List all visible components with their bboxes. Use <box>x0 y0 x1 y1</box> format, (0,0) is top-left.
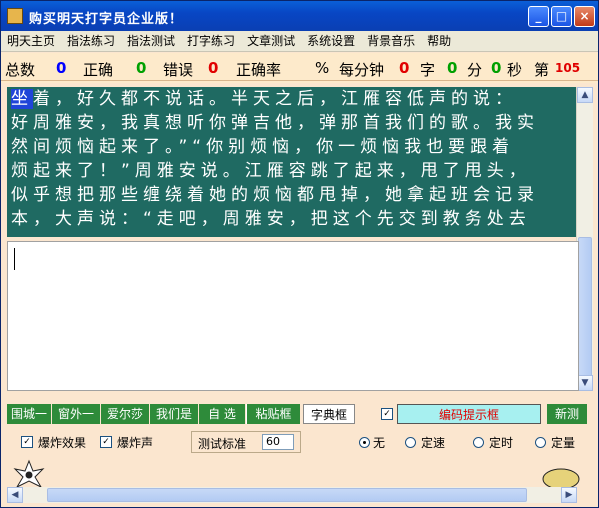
stats-divider <box>1 80 598 81</box>
scroll-down-icon[interactable]: ▼ <box>577 375 593 391</box>
decoration-strip <box>1 457 598 489</box>
passage-line-3: 然间烦恼起来了。”“你别烦恼，你一烦恼我也要跟着 <box>11 137 515 157</box>
scroll-right-icon[interactable]: ▶ <box>561 487 577 503</box>
minutes-unit: 分 <box>467 61 483 79</box>
menu-item-finger-test[interactable]: 指法测试 <box>121 31 181 51</box>
menu-item-home[interactable]: 明天主页 <box>1 31 61 51</box>
mode-time-label: 定时 <box>489 436 514 450</box>
test-standard-input[interactable]: 60 <box>262 434 294 450</box>
scroll-up-icon[interactable]: ▲ <box>577 87 593 103</box>
speed-value: 0 <box>399 59 410 77</box>
correct-label: 正确 <box>83 61 114 79</box>
custom-article-button[interactable]: 自 选 <box>199 404 245 424</box>
title-bar[interactable]: 购买明天打字员企业版！ _ □ × <box>1 1 598 31</box>
window-title: 购买明天打字员企业版！ <box>29 12 184 27</box>
close-button[interactable]: × <box>574 6 595 27</box>
total-value: 0 <box>56 59 67 77</box>
minutes-value: 0 <box>447 59 458 77</box>
article-button-womenshi[interactable]: 我们是 <box>150 404 198 424</box>
current-char: 坐 <box>11 89 33 109</box>
minimize-button[interactable]: _ <box>528 6 549 27</box>
mode-amount-radio[interactable] <box>535 437 546 448</box>
rate-value: % <box>315 59 330 77</box>
app-icon <box>7 8 23 24</box>
menu-item-article-test[interactable]: 文章测试 <box>241 31 301 51</box>
menu-item-help[interactable]: 帮助 <box>421 31 457 51</box>
error-label: 错误 <box>163 61 194 79</box>
explosion-sound-label: 爆炸声 <box>117 436 154 450</box>
test-standard-label: 测试标准 <box>198 437 247 451</box>
paste-box-button[interactable]: 粘贴框 <box>246 404 300 424</box>
text-caret <box>14 248 15 270</box>
typing-input[interactable] <box>7 241 579 391</box>
menu-item-music[interactable]: 背景音乐 <box>361 31 421 51</box>
passage-line-4: 烦起来了！”周雅安说。江雁容跳了起来，甩了甩头， <box>11 161 531 181</box>
stats-bar: 总数 0 正确 0 错误 0 正确率 % 每分钟 0 字 0 分 0 秒 第 1… <box>1 53 598 83</box>
hint-checkbox[interactable]: ✓ <box>381 408 393 420</box>
passage-line-1: 坐着，好久都不说话。半天之后，江雁容低声的说： <box>7 87 577 111</box>
mode-speed-label: 定速 <box>421 436 446 450</box>
seconds-value: 0 <box>491 59 502 77</box>
flower-decoration-icon <box>13 459 580 489</box>
mode-none-radio[interactable] <box>359 437 370 448</box>
menu-item-finger-practice[interactable]: 指法练习 <box>61 31 121 51</box>
mode-speed-radio[interactable] <box>405 437 416 448</box>
dictionary-box-button[interactable]: 字典框 <box>303 404 355 424</box>
passage-line-5: 似乎想把那些缠绕着她的烦恼都甩掉，她拿起班会记录 <box>11 185 539 205</box>
error-value: 0 <box>208 59 219 77</box>
article-toolbar: 围城一 窗外一 爱尔莎 我们是 自 选 粘贴框 字典框 ✓ 编码提示框 新测 <box>1 404 598 424</box>
article-button-aiersha[interactable]: 爱尔莎 <box>101 404 149 424</box>
horizontal-scroll-thumb[interactable] <box>47 488 527 502</box>
seconds-unit: 秒 <box>507 61 523 79</box>
scroll-left-icon[interactable]: ◀ <box>7 487 23 503</box>
index-label: 第 <box>534 61 550 79</box>
article-button-chuangwai[interactable]: 窗外一 <box>52 404 100 424</box>
passage-panel: 坐着，好久都不说话。半天之后，江雁容低声的说： 好周雅安，我真想听你弹吉他，弹那… <box>7 87 577 237</box>
options-row: ✓ 爆炸效果 ✓ 爆炸声 测试标准 60 无 定速 定时 定量 <box>7 431 584 455</box>
explosion-effect-label: 爆炸效果 <box>38 436 87 450</box>
index-value: 105 <box>555 61 581 75</box>
menu-item-settings[interactable]: 系统设置 <box>301 31 361 51</box>
mode-time-radio[interactable] <box>473 437 484 448</box>
scroll-thumb[interactable] <box>578 237 592 377</box>
explosion-effect-checkbox[interactable]: ✓ <box>21 436 33 448</box>
article-button-weicheng[interactable]: 围城一 <box>7 404 51 424</box>
total-label: 总数 <box>5 61 36 79</box>
explosion-sound-checkbox[interactable]: ✓ <box>100 436 112 448</box>
mode-amount-label: 定量 <box>551 436 576 450</box>
code-hint-box[interactable]: 编码提示框 <box>397 404 541 424</box>
main-window: 购买明天打字员企业版！ _ □ × 明天主页 指法练习 指法测试 打字练习 文章测试 系统… <box>0 0 599 508</box>
passage-line-2: 好周雅安，我真想听你弹吉他，弹那首我们的歌。我实 <box>11 113 539 133</box>
correct-value: 0 <box>136 59 147 77</box>
maximize-button[interactable]: □ <box>551 6 572 27</box>
new-test-button[interactable]: 新测 <box>547 404 587 424</box>
test-standard-group: 测试标准 60 <box>191 431 301 453</box>
mode-none-label: 无 <box>373 436 386 450</box>
menu-bar: 明天主页 指法练习 指法测试 打字练习 文章测试 系统设置 背景音乐 帮助 <box>1 31 598 52</box>
speed-unit: 字 <box>420 61 436 79</box>
passage-text: 着，好久都不说话。半天之后，江雁容低声的说： <box>33 89 517 109</box>
menu-item-typing-practice[interactable]: 打字练习 <box>181 31 241 51</box>
rate-label: 正确率 <box>236 61 282 79</box>
horizontal-scrollbar[interactable]: ◀ ▶ <box>7 487 577 503</box>
passage-line-6: 本，大声说：“走吧，周雅安，把这个先交到教务处去 <box>11 209 531 229</box>
speed-label: 每分钟 <box>339 61 385 79</box>
